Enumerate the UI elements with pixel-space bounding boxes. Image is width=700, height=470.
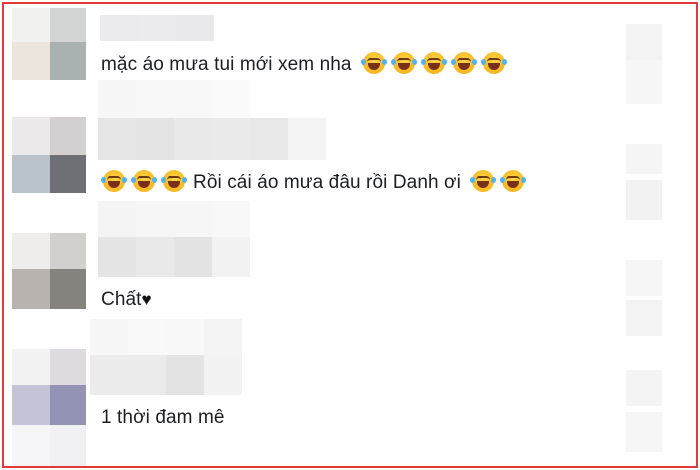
face-with-tears-of-joy-icon	[131, 170, 157, 192]
face-with-tears-of-joy-icon	[480, 52, 507, 74]
face-with-tears-of-joy-icon	[500, 170, 527, 192]
face-with-tears-of-joy-icon	[390, 52, 417, 74]
screenshot-frame: mặc áo mưa tui mới xem nha Rồi cái áo mư…	[2, 2, 698, 468]
emoji-group	[360, 52, 513, 75]
face-with-tears-of-joy-icon	[470, 170, 497, 192]
comment-text: 1 thời đam mê	[101, 406, 225, 430]
face-with-tears-of-joy-icon	[450, 52, 477, 74]
face-with-tears-of-joy-icon	[101, 170, 127, 192]
face-with-tears-of-joy-icon	[360, 52, 387, 74]
black-heart-icon: ♥	[141, 290, 152, 309]
comment-text: Chất♥	[101, 288, 152, 312]
comment-body: Rồi cái áo mưa đâu rồi Danh ơi	[193, 172, 461, 193]
comment-text: mặc áo mưa tui mới xem nha	[101, 52, 513, 77]
emoji-group	[470, 170, 532, 193]
emoji-group	[101, 170, 193, 193]
comment-body: 1 thời đam mê	[101, 407, 225, 428]
comment-text: Rồi cái áo mưa đâu rồi Danh ơi	[101, 170, 532, 195]
face-with-tears-of-joy-icon	[420, 52, 447, 74]
comment-body: Chất	[101, 289, 142, 310]
comment-body: mặc áo mưa tui mới xem nha	[101, 54, 352, 75]
face-with-tears-of-joy-icon	[161, 170, 187, 192]
